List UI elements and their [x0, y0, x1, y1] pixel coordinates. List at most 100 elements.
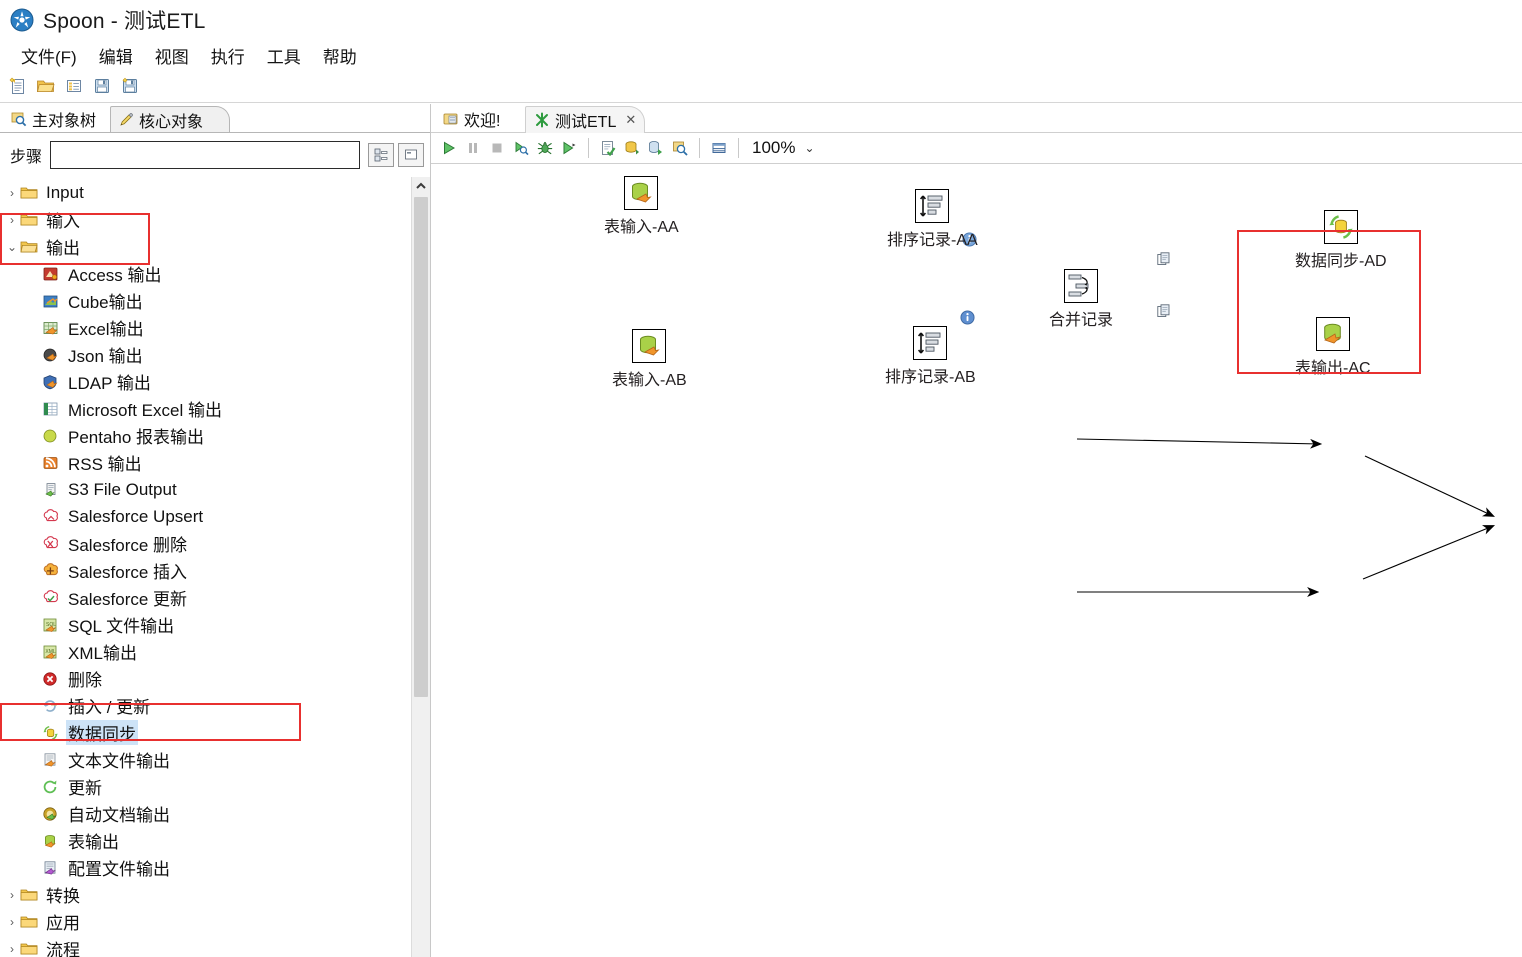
zoom-selector[interactable]: 100% ⌄ [746, 136, 821, 160]
inspect-button[interactable] [668, 136, 692, 160]
tree-step-item[interactable]: Salesforce 删除 [0, 530, 412, 557]
explore-repository-button[interactable] [60, 73, 88, 99]
chevron-right-icon[interactable]: › [4, 186, 20, 200]
menu-help[interactable]: 帮助 [312, 41, 368, 70]
hop-sortab-merge [1362, 525, 1496, 580]
step-sort-rows-aa[interactable]: 排序记录-AA [887, 189, 978, 250]
close-tab-button[interactable]: ✕ [625, 112, 636, 128]
scroll-thumb[interactable] [414, 197, 428, 697]
sql-button[interactable] [644, 136, 668, 160]
tree-step-item[interactable]: 自动文档输出 [0, 800, 412, 827]
chevron-down-icon[interactable]: ⌄ [4, 240, 20, 254]
replay-button[interactable] [557, 136, 581, 160]
step-search-input[interactable] [50, 141, 360, 169]
impact-icon [625, 141, 639, 155]
tree-folder[interactable]: › 应用 [0, 908, 412, 935]
new-file-button[interactable] [4, 73, 32, 99]
tree-folder[interactable]: › 流程 [0, 935, 412, 957]
s3-file-output-icon [45, 482, 56, 496]
tree-folder[interactable]: › 转换 [0, 881, 412, 908]
debug-button[interactable] [533, 136, 557, 160]
chevron-right-icon[interactable]: › [4, 888, 20, 902]
tree-step-item[interactable]: 数据同步 [0, 719, 412, 746]
tree-step-item[interactable]: 表输出 [0, 827, 412, 854]
tree-item-label: 流程 [46, 941, 80, 957]
pause-button[interactable] [461, 136, 485, 160]
grid-button[interactable] [707, 136, 731, 160]
step-table-output-ac[interactable]: 表输出-AC [1295, 317, 1371, 378]
chevron-right-icon[interactable]: › [4, 915, 20, 929]
tree-step-item[interactable]: Salesforce 插入 [0, 557, 412, 584]
tree-step-item[interactable]: 插入 / 更新 [0, 692, 412, 719]
tab-main-object-tree[interactable]: 主对象树 [4, 106, 107, 131]
tab-transformation[interactable]: 测试ETL ✕ [525, 106, 646, 133]
tree-step-item[interactable]: Salesforce 更新 [0, 584, 412, 611]
tree-step-item[interactable]: RSS 输出 [0, 449, 412, 476]
transformation-icon [536, 112, 548, 128]
tree-step-item[interactable]: Access 输出 [0, 260, 412, 287]
preview-button[interactable] [509, 136, 533, 160]
tree-step-item[interactable]: Excel输出 [0, 314, 412, 341]
tree-folder[interactable]: › Input [0, 179, 412, 206]
copy-rows-icon[interactable] [1157, 304, 1171, 320]
toolbar-separator [588, 138, 589, 158]
access-output-icon [43, 267, 58, 280]
save-as-button[interactable] [116, 73, 144, 99]
open-file-button[interactable] [32, 73, 60, 99]
menu-edit[interactable]: 编辑 [88, 41, 144, 70]
tree-step-item[interactable]: Cube输出 [0, 287, 412, 314]
tree-step-item[interactable]: 文本文件输出 [0, 746, 412, 773]
step-table-input-ab[interactable]: 表输入-AB [612, 329, 687, 390]
cube-output-icon [43, 295, 58, 307]
tree-step-item[interactable]: 配置文件输出 [0, 854, 412, 881]
tree-folder[interactable]: › 输入 [0, 206, 412, 233]
tree-vertical-scrollbar[interactable] [411, 177, 430, 957]
tree-item-label: 输出 [46, 239, 80, 258]
tree-step-item[interactable]: 删除 [0, 665, 412, 692]
tree-step-item[interactable]: S3 File Output [0, 476, 412, 503]
ldap-output-icon [43, 374, 58, 389]
menu-tools[interactable]: 工具 [256, 41, 312, 70]
expand-all-button[interactable] [368, 143, 394, 167]
chevron-right-icon[interactable]: › [4, 942, 20, 956]
impact-button[interactable] [620, 136, 644, 160]
step-icon-box [915, 189, 950, 223]
transformation-canvas[interactable]: 表输入-AA 排序记录-AA 表输入-AB 排序记录-AB 合并记录 数据同步-… [431, 164, 1522, 957]
tree-item-label: RSS 输出 [68, 455, 142, 474]
menu-bar: 文件(F) 编辑 视图 执行 工具 帮助 [0, 40, 1522, 70]
copy-rows-icon[interactable] [1157, 252, 1171, 268]
spoon-logo-icon [10, 8, 34, 32]
menu-view[interactable]: 视图 [144, 41, 200, 70]
chevron-right-icon[interactable]: › [4, 213, 20, 227]
step-merge-rows[interactable]: 合并记录 [1049, 269, 1113, 330]
tree-step-item[interactable]: XML XML输出 [0, 638, 412, 665]
step-data-sync-ad[interactable]: 数据同步-AD [1295, 210, 1387, 271]
excel-output-icon [43, 321, 58, 334]
save-button[interactable] [88, 73, 116, 99]
step-label: 排序记录-AA [887, 232, 978, 249]
tree-step-item[interactable]: Salesforce Upsert [0, 503, 412, 530]
step-table-input-aa[interactable]: 表输入-AA [604, 176, 679, 237]
tree-item-label: SQL 文件输出 [68, 617, 175, 636]
scroll-up-button[interactable] [412, 177, 430, 195]
tab-welcome[interactable]: 欢迎! [435, 106, 509, 132]
tree-step-item[interactable]: Json 输出 [0, 341, 412, 368]
tree-step-item[interactable]: LDAP 输出 [0, 368, 412, 395]
tree-step-item[interactable]: Pentaho 报表输出 [0, 422, 412, 449]
tree-step-item[interactable]: Microsoft Excel 输出 [0, 395, 412, 422]
tree-step-item[interactable]: SQL SQL 文件输出 [0, 611, 412, 638]
step-sort-rows-ab[interactable]: 排序记录-AB [885, 326, 976, 387]
tree-item-label: 删除 [68, 671, 102, 690]
stop-icon [492, 143, 502, 153]
tree-step-item[interactable]: 更新 [0, 773, 412, 800]
stop-button[interactable] [485, 136, 509, 160]
tab-label: 欢迎! [464, 113, 501, 130]
menu-run[interactable]: 执行 [200, 41, 256, 70]
verify-button[interactable] [596, 136, 620, 160]
menu-file[interactable]: 文件(F) [10, 41, 88, 70]
collapse-all-button[interactable] [398, 143, 424, 167]
run-button[interactable] [437, 136, 461, 160]
tab-core-objects[interactable]: 核心对象 [110, 106, 231, 132]
tree-folder[interactable]: ⌄ 输出 [0, 233, 412, 260]
info-icon[interactable] [960, 310, 975, 325]
